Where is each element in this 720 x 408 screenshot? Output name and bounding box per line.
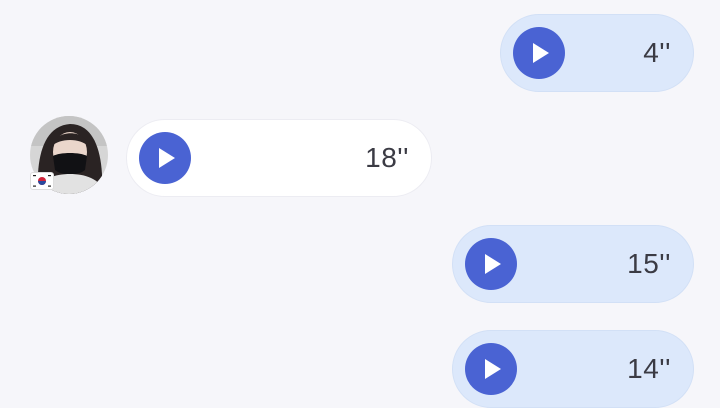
play-icon [158, 148, 175, 168]
voice-duration: 14'' [627, 353, 671, 384]
play-button[interactable] [465, 238, 517, 290]
voice-message-outgoing[interactable]: 4'' [500, 14, 694, 92]
play-icon [484, 359, 501, 379]
south-korea-flag-icon [30, 172, 54, 190]
chat-thread: 4'' 18'' 15'' 14'' [0, 0, 720, 408]
play-icon [484, 254, 501, 274]
voice-duration: 18'' [365, 142, 409, 173]
play-button[interactable] [139, 132, 191, 184]
voice-duration: 4'' [643, 37, 671, 68]
play-button[interactable] [465, 343, 517, 395]
play-icon [532, 43, 549, 63]
voice-duration: 15'' [627, 248, 671, 279]
voice-message-outgoing[interactable]: 15'' [452, 225, 694, 303]
voice-message-outgoing[interactable]: 14'' [452, 330, 694, 408]
play-button[interactable] [513, 27, 565, 79]
voice-message-incoming[interactable]: 18'' [126, 119, 432, 197]
